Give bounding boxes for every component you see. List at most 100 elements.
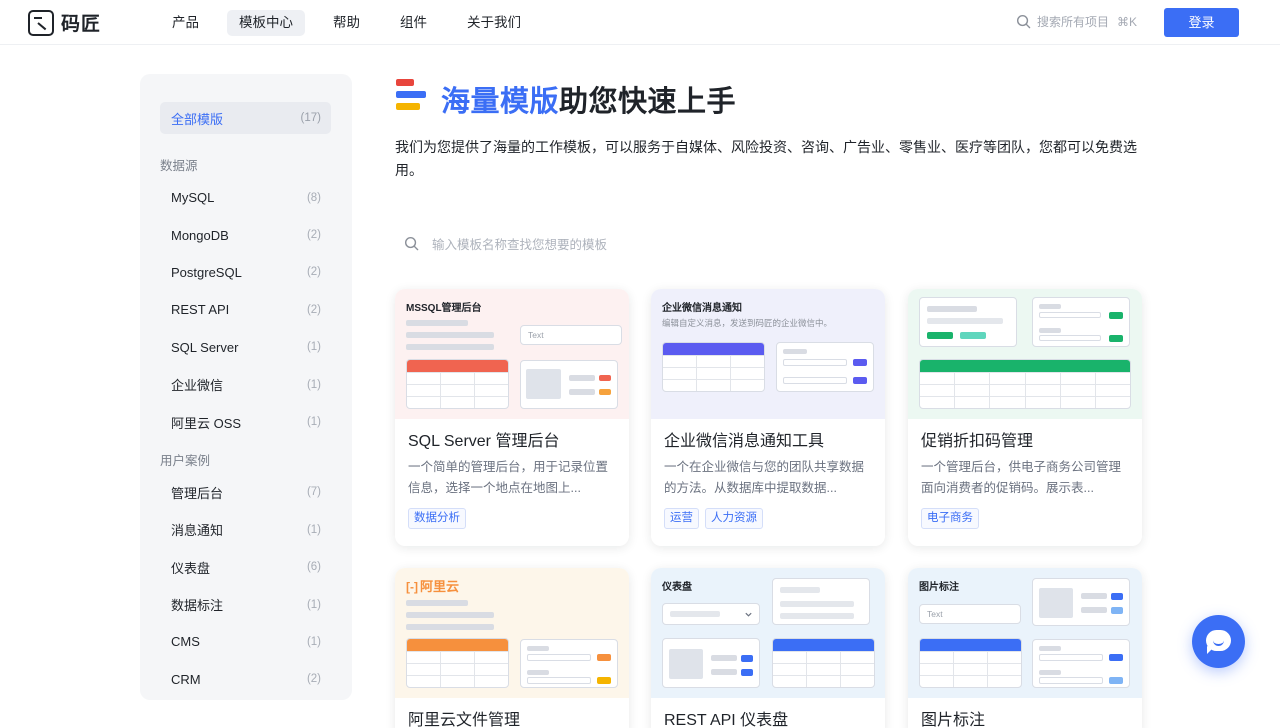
card-tag[interactable]: 数据分析 (408, 508, 466, 529)
preview-table (919, 638, 1022, 688)
preview-accent-dot (1111, 593, 1123, 600)
sidebar-item-count: (8) (306, 191, 321, 204)
preview-table-row (920, 384, 1130, 396)
preview-field (527, 654, 591, 661)
login-button[interactable]: 登录 (1164, 8, 1239, 37)
preview-table-row (407, 675, 508, 687)
nav-item-product[interactable]: 产品 (160, 10, 211, 36)
template-card-sql-server[interactable]: MSSQL管理后台 Text SQL Server 管理后台 一个简单的管理后台… (395, 289, 629, 546)
sidebar-item-count: (1) (306, 378, 321, 391)
preview-form-panel (520, 639, 618, 688)
preview-table-header (920, 360, 1130, 372)
preview-text-input: Text (520, 325, 622, 345)
card-tags: 电子商务 (921, 508, 1129, 529)
card-preview: MSSQL管理后台 Text (395, 289, 629, 419)
support-chat-button[interactable] (1192, 615, 1245, 668)
image-placeholder-icon (1039, 588, 1073, 618)
nav-item-about-us[interactable]: 关于我们 (455, 10, 533, 36)
preview-table-row (920, 663, 1021, 675)
sidebar-item-label: CRM (171, 671, 201, 687)
preview-line (711, 669, 737, 675)
template-search-input[interactable]: 输入模板名称查找您想要的模板 (395, 228, 775, 258)
page-title-rest: 助您快速上手 (559, 86, 737, 118)
preview-line (780, 613, 854, 619)
card-description: 一个简单的管理后台，用于记录位置信息，选择一个地点在地图上... (408, 460, 609, 495)
preview-table (772, 638, 875, 688)
template-card-wecom-notify[interactable]: 企业微信消息通知 编辑自定义消息，发送到码匠的企业微信中。 企业微信消息通知工具… (651, 289, 885, 546)
preview-accent-dot (599, 375, 611, 381)
card-preview: [-] 阿里云 (395, 568, 629, 698)
sidebar-item-mysql[interactable]: MySQL (8) (160, 179, 331, 216)
preview-table-row (920, 651, 1021, 663)
sidebar-item-crm[interactable]: CRM (2) (160, 661, 331, 698)
sidebar-item-dashboard[interactable]: 仪表盘 (6) (160, 549, 331, 586)
stacked-bar-blue (396, 91, 426, 98)
card-tag[interactable]: 运营 (664, 508, 699, 529)
card-tags: 数据分析 (408, 508, 616, 529)
preview-line (1039, 304, 1061, 309)
preview-subtitle: 编辑自定义消息，发送到码匠的企业微信中。 (662, 318, 833, 328)
template-card-promo-codes[interactable]: 促销折扣码管理 一个管理后台，供电子商务公司管理面向消费者的促销码。展示表...… (908, 289, 1142, 546)
global-search-placeholder: 搜索所有项目 (1037, 15, 1110, 29)
template-card-image-annotation[interactable]: 图片标注 Text 图片标注 (908, 568, 1142, 728)
preview-accent-dot (741, 669, 753, 676)
card-preview (908, 289, 1142, 419)
preview-accent-button (927, 332, 953, 339)
preview-table (919, 359, 1131, 409)
sidebar-item-rest-api[interactable]: REST API (2) (160, 291, 331, 328)
card-tag[interactable]: 电子商务 (921, 508, 979, 529)
preview-text-input-value: Text (927, 609, 943, 619)
preview-line (670, 611, 720, 617)
nav-item-help[interactable]: 帮助 (321, 10, 372, 36)
sidebar-group-datasource: MySQL (8) MongoDB (2) PostgreSQL (2) REST A… (160, 179, 331, 441)
sidebar-item-notifications[interactable]: 消息通知 (1) (160, 511, 331, 548)
preview-field (783, 359, 847, 366)
sidebar-item-postgresql[interactable]: PostgreSQL (2) (160, 254, 331, 291)
sidebar-item-data-labeling[interactable]: 数据标注 (1) (160, 586, 331, 623)
sidebar-item-count: (1) (306, 523, 321, 536)
sidebar-item-admin-panel[interactable]: 管理后台 (7) (160, 474, 331, 511)
brand-logo[interactable]: 码匠 (28, 9, 101, 36)
preview-line (1039, 670, 1061, 675)
preview-table-header (920, 639, 1021, 651)
template-card-aliyun-files[interactable]: [-] 阿里云 阿里云文件管理 (395, 568, 629, 728)
sidebar-item-all-templates[interactable]: 全部模版 (17) (160, 102, 331, 134)
preview-form-panel (776, 342, 874, 392)
preview-line (780, 587, 820, 593)
card-body: 图片标注 (908, 698, 1142, 728)
sidebar-item-sql-server[interactable]: SQL Server (1) (160, 329, 331, 366)
card-tag[interactable]: 人力资源 (705, 508, 763, 529)
preview-table-header (773, 639, 874, 651)
preview-line (783, 349, 807, 354)
card-title: 促销折扣码管理 (921, 433, 1034, 450)
preview-table-header (407, 639, 508, 651)
card-tags: 运营 人力资源 (664, 508, 872, 529)
page-title-highlight: 海量模版 (441, 86, 560, 118)
preview-form-panel (919, 297, 1017, 347)
sidebar-item-aliyun-oss[interactable]: 阿里云 OSS (1) (160, 403, 331, 440)
preview-field (1039, 312, 1101, 318)
template-card-rest-api-dashboard[interactable]: 仪表盘 REST API 仪表盘 (651, 568, 885, 728)
card-body: 促销折扣码管理 一个管理后台，供电子商务公司管理面向消费者的促销码。展示表...… (908, 419, 1142, 529)
preview-table-row (920, 396, 1130, 408)
preview-accent-dot (1111, 607, 1123, 614)
card-body: REST API 仪表盘 (651, 698, 885, 728)
card-preview: 企业微信消息通知 编辑自定义消息，发送到码匠的企业微信中。 (651, 289, 885, 419)
nav-item-template-center[interactable]: 模板中心 (227, 10, 305, 36)
preview-accent-dot (597, 677, 611, 684)
preview-table-row (663, 355, 764, 367)
preview-accent-dot (1109, 677, 1123, 684)
preview-accent-dot (1109, 654, 1123, 661)
sidebar-item-wecom[interactable]: 企业微信 (1) (160, 366, 331, 403)
preview-line (1039, 328, 1061, 333)
card-title: 企业微信消息通知工具 (664, 433, 825, 450)
stacked-bar-red (396, 79, 414, 86)
sidebar-item-mongodb[interactable]: MongoDB (2) (160, 216, 331, 253)
sidebar-item-count: (1) (306, 635, 321, 648)
global-search[interactable]: 搜索所有项目 ⌘K (1016, 13, 1137, 30)
preview-table-row (407, 663, 508, 675)
sidebar-item-label: MongoDB (171, 227, 229, 243)
sidebar-item-cms[interactable]: CMS (1) (160, 623, 331, 660)
preview-line (406, 320, 468, 326)
nav-item-components[interactable]: 组件 (388, 10, 439, 36)
